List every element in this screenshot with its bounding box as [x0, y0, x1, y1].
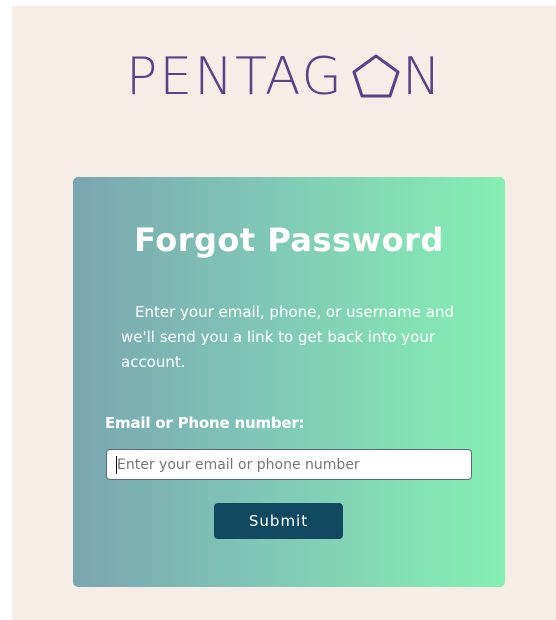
- logo-text-after: N: [402, 47, 443, 106]
- submit-button[interactable]: Submit: [214, 503, 343, 539]
- pentagon-logo: PENTAG N: [126, 42, 446, 106]
- page-background: PENTAG N Forgot Password Enter your emai…: [12, 6, 556, 620]
- card-description: Enter your email, phone, or username and…: [121, 303, 454, 371]
- email-field-label: Email or Phone number:: [105, 414, 305, 432]
- email-input[interactable]: [106, 449, 472, 480]
- forgot-password-card: Forgot Password Enter your email, phone,…: [73, 177, 505, 587]
- logo-svg: PENTAG N: [126, 47, 443, 106]
- text-cursor: [116, 456, 117, 474]
- logo-text-before: PENTAG: [126, 47, 344, 106]
- card-title: Forgot Password: [134, 221, 444, 259]
- pentagon-icon: [352, 54, 400, 98]
